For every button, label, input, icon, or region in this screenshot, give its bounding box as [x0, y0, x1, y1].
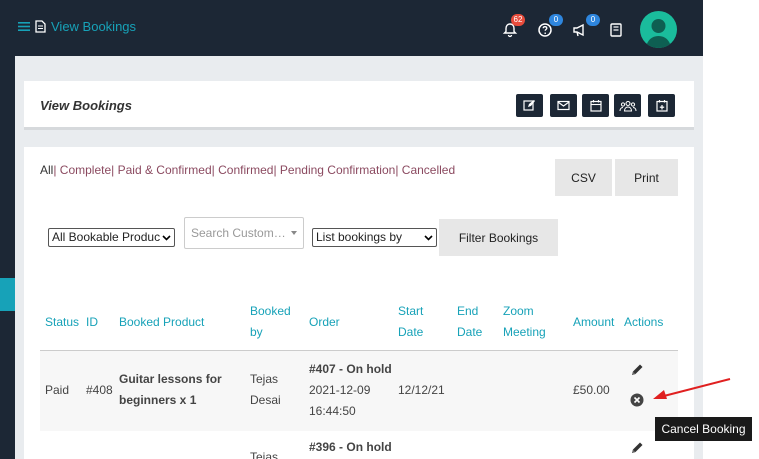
product-select[interactable]: All Bookable Produc	[48, 228, 175, 247]
announcements-button[interactable]: 0	[572, 14, 600, 44]
avatar[interactable]	[640, 11, 677, 48]
cell-booked-by-line2: Desai	[250, 393, 281, 407]
print-button[interactable]: Print	[615, 159, 678, 196]
envelope-icon	[557, 100, 570, 111]
pencil-icon[interactable]	[630, 441, 644, 455]
add-event-button[interactable]	[648, 94, 675, 117]
header-booked-by[interactable]: Booked by	[250, 301, 291, 343]
bookings-card: All| Complete| Paid & Confirmed| Confirm…	[24, 147, 694, 459]
email-button[interactable]	[550, 94, 577, 117]
search-placeholder: Search Custom…	[191, 226, 286, 240]
cell-status: Paid	[45, 383, 70, 397]
annotation-arrow-icon	[653, 378, 731, 399]
filter-pending[interactable]: | Pending Confirmation	[273, 163, 395, 177]
filter-all[interactable]: All	[40, 163, 53, 177]
cell-product-line2: beginners x 1	[119, 393, 197, 407]
header-zoom-line1: Zoom	[503, 304, 534, 318]
csv-button[interactable]: CSV	[555, 159, 612, 196]
pencil-icon[interactable]	[630, 363, 644, 377]
header-id[interactable]: ID	[86, 312, 98, 333]
calendar-icon	[589, 100, 602, 112]
header-booked-by-line2: by	[250, 325, 263, 339]
header-start-line1: Start	[398, 304, 424, 318]
cancel-booking-tooltip: Cancel Booking	[655, 417, 752, 441]
app-frame: View Bookings 62 0 0 View Bookings All| …	[0, 0, 703, 459]
header-booked-by-line1: Booked	[250, 304, 291, 318]
notifications-button[interactable]: 62	[502, 14, 530, 44]
header-actions: Actions	[624, 315, 664, 329]
chevron-down-icon	[424, 235, 433, 241]
header-amount[interactable]: Amount	[573, 312, 614, 333]
brand[interactable]: View Bookings	[18, 19, 136, 34]
cell-product-line1: Guitar lessons for	[119, 372, 222, 386]
customer-search-input[interactable]: Search Custom…	[184, 217, 304, 249]
cell-order-time: 16:44:50	[309, 404, 356, 418]
header-end-line1: End	[457, 304, 479, 318]
header-end-line2: Date	[457, 325, 483, 339]
chevron-down-icon	[162, 235, 171, 241]
cancel-booking-icon[interactable]	[630, 393, 644, 407]
cell-amount: £50.00	[573, 383, 610, 397]
filter-paid-confirmed[interactable]: | Paid & Confirmed	[111, 163, 212, 177]
left-sidebar-strip	[0, 56, 15, 459]
filter-complete[interactable]: | Complete	[53, 163, 111, 177]
calendar-plus-icon	[655, 100, 668, 112]
hamburger-menu-icon[interactable]	[18, 21, 30, 32]
cell-id[interactable]: #408	[86, 380, 113, 401]
calendar-button[interactable]	[582, 94, 609, 117]
filter-bookings-button[interactable]: Filter Bookings	[439, 219, 558, 256]
header-end-date[interactable]: End Date	[457, 301, 482, 343]
edit-icon	[523, 100, 535, 111]
cell-order-row2[interactable]: #396 - On hold	[309, 437, 392, 458]
document-icon	[35, 20, 46, 33]
header-zoom-meeting[interactable]: Zoom Meeting	[503, 301, 546, 343]
header-order[interactable]: Order	[309, 312, 340, 333]
cell-order[interactable]: #407 - On hold 2021-12-09 16:44:50	[309, 359, 392, 422]
list-by-select[interactable]: List bookings by	[312, 228, 437, 247]
top-navbar: View Bookings 62 0 0	[0, 0, 703, 56]
cell-order-number[interactable]: #407 - On hold	[309, 359, 392, 380]
cell-order-date: 2021-12-09	[309, 383, 371, 397]
sidebar-active-indicator[interactable]	[0, 278, 15, 311]
cell-booked-by-line1: Tejas	[250, 372, 279, 386]
users-button[interactable]	[614, 94, 641, 117]
header-start-line2: Date	[398, 325, 424, 339]
list-by-value: List bookings by	[316, 230, 403, 244]
header-zoom-line2: Meeting	[503, 325, 546, 339]
header-start-date[interactable]: Start Date	[398, 301, 423, 343]
product-select-value: All Bookable Produc	[52, 230, 161, 244]
help-badge: 0	[549, 14, 563, 26]
help-button[interactable]: 0	[537, 14, 563, 44]
dropdown-caret-icon	[291, 231, 297, 235]
cell-booked-by: Tejas Desai	[250, 369, 281, 411]
filter-confirmed[interactable]: | Confirmed	[212, 163, 274, 177]
docs-button[interactable]	[608, 14, 628, 44]
edit-button[interactable]	[516, 94, 543, 117]
page-title[interactable]: View Bookings	[51, 19, 136, 34]
notifications-badge: 62	[511, 14, 525, 26]
status-filter-links: All| Complete| Paid & Confirmed| Confirm…	[40, 163, 455, 177]
page-header-card: View Bookings	[24, 81, 694, 130]
header-status[interactable]: Status	[45, 312, 79, 333]
header-product[interactable]: Booked Product	[119, 312, 204, 333]
announcements-badge: 0	[586, 14, 600, 26]
cell-start-date: 12/12/21	[398, 383, 445, 397]
megaphone-icon	[573, 23, 584, 37]
users-group-icon	[619, 100, 636, 112]
card-title: View Bookings	[40, 98, 132, 113]
cell-booked-by-row2: Tejas	[250, 450, 279, 459]
book-icon	[610, 23, 622, 37]
user-avatar-icon	[646, 19, 671, 48]
cell-product: Guitar lessons for beginners x 1	[119, 369, 222, 411]
filter-cancelled[interactable]: | Cancelled	[395, 163, 455, 177]
